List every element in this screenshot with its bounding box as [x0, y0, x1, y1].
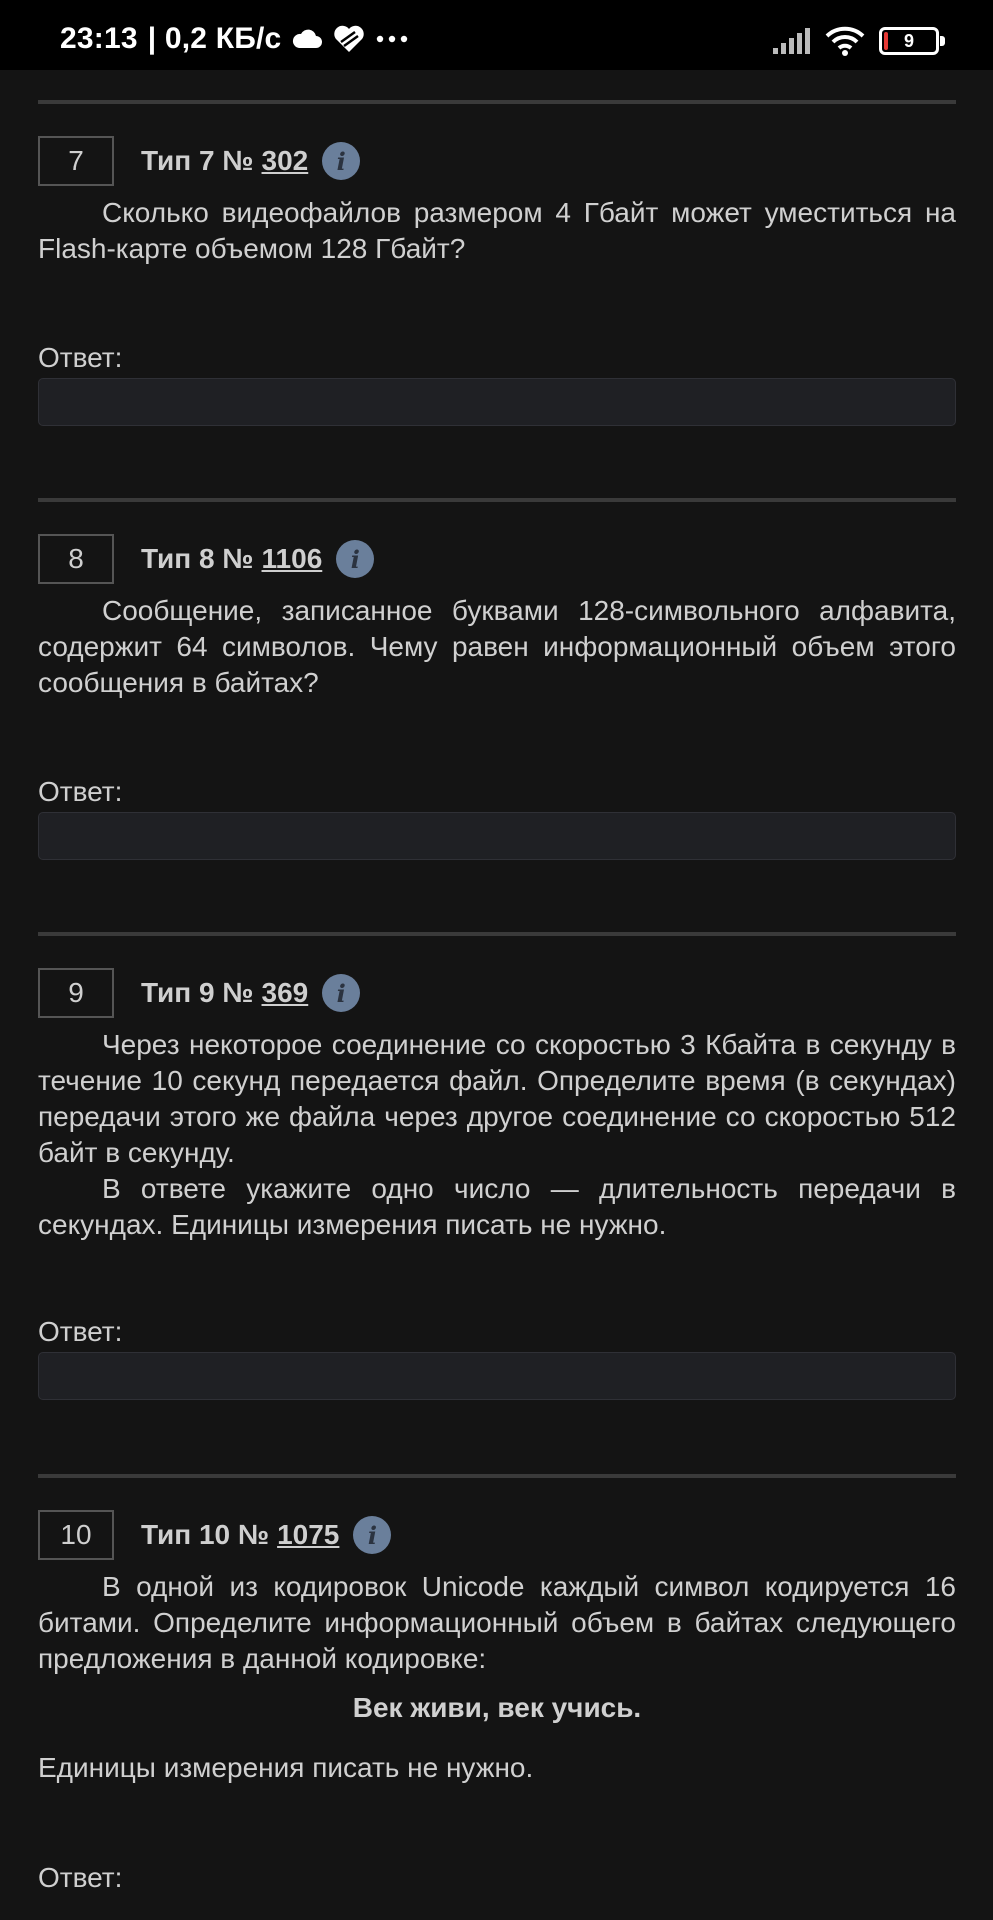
- network-speed: | 0,2 КБ/с: [147, 22, 282, 55]
- clock: 23:13: [60, 22, 138, 55]
- task-type-label: Тип 10 № 1075: [141, 1519, 339, 1551]
- battery-level: 9: [903, 30, 914, 51]
- info-icon[interactable]: i: [353, 1516, 392, 1554]
- more-dots-icon: [377, 35, 408, 43]
- question-paragraph: Сообщение, записанное буквами 128-символ…: [38, 595, 956, 698]
- answer-label: Ответ:: [38, 1862, 123, 1893]
- task-type-prefix: Тип 7 №: [141, 145, 254, 176]
- task-header: 7 Тип 7 № 302 i: [38, 136, 361, 186]
- task-number-box: 8: [38, 534, 114, 584]
- answer-input[interactable]: [38, 1352, 956, 1400]
- question-paragraph: В ответе укажите одно число — длительнос…: [38, 1173, 956, 1240]
- answer-label: Ответ:: [38, 342, 123, 373]
- task-divider: [38, 1474, 956, 1478]
- task-header: 10 Тип 10 № 1075 i: [38, 1510, 392, 1560]
- task-type-label: Тип 9 № 369: [141, 977, 308, 1009]
- task-type-label: Тип 8 № 1106: [141, 543, 322, 575]
- status-right: 9: [773, 26, 945, 56]
- task-id-link[interactable]: 369: [262, 977, 309, 1008]
- info-icon[interactable]: i: [322, 974, 361, 1012]
- task-id-link[interactable]: 1106: [262, 543, 323, 574]
- question-paragraph: Через некоторое соединение со скоростью …: [38, 1029, 956, 1168]
- task-number-box: 10: [38, 1510, 114, 1560]
- battery-icon: 9: [879, 27, 945, 55]
- task-divider: [38, 100, 956, 104]
- task-9: 9 Тип 9 № 369 i Через некоторое соединени…: [38, 932, 956, 1400]
- info-icon[interactable]: i: [336, 540, 375, 578]
- question-paragraph: Сколько видеофайлов размером 4 Гбайт мож…: [38, 197, 956, 264]
- task-type-prefix: Тип 8 №: [141, 543, 254, 574]
- task-type-prefix: Тип 10 №: [141, 1519, 270, 1550]
- task-divider: [38, 932, 956, 936]
- task-id-link[interactable]: 1075: [277, 1519, 339, 1550]
- task-question: В одной из кодировок Unicode каждый симв…: [38, 1569, 956, 1677]
- cloud-icon: [293, 29, 323, 48]
- task-type-prefix: Тип 9 №: [141, 977, 254, 1008]
- task-type-label: Тип 7 № 302: [141, 145, 308, 177]
- status-bar: 23:13 | 0,2 КБ/с 9: [0, 0, 993, 70]
- info-icon[interactable]: i: [322, 142, 361, 180]
- question-paragraph: В одной из кодировок Unicode каждый симв…: [38, 1571, 956, 1674]
- task-note: Единицы измерения писать не нужно.: [38, 1752, 534, 1783]
- task-question: Сообщение, записанное буквами 128-символ…: [38, 593, 956, 701]
- quoted-sentence: Век живи, век учись.: [352, 1692, 642, 1723]
- answer-input[interactable]: [38, 812, 956, 860]
- task-8: 8 Тип 8 № 1106 i Сообщение, записанное бу…: [38, 498, 956, 860]
- task-question: Через некоторое соединение со скоростью …: [38, 1027, 956, 1243]
- answer-label: Ответ:: [38, 1316, 123, 1347]
- task-10: 10 Тип 10 № 1075 i В одной из кодировок U…: [38, 1474, 956, 1893]
- task-header: 8 Тип 8 № 1106 i: [38, 534, 375, 584]
- task-question: Сколько видеофайлов размером 4 Гбайт мож…: [38, 195, 956, 267]
- task-number-box: 7: [38, 136, 114, 186]
- task-header: 9 Тип 9 № 369 i: [38, 968, 361, 1018]
- task-7: 7 Тип 7 № 302 i Сколько видеофайлов разме…: [38, 100, 956, 426]
- wifi-icon: [825, 26, 865, 56]
- status-left: 23:13 | 0,2 КБ/с: [60, 22, 409, 56]
- answer-input[interactable]: [38, 378, 956, 426]
- answer-label: Ответ:: [38, 776, 123, 807]
- task-divider: [38, 498, 956, 502]
- task-number-box: 9: [38, 968, 114, 1018]
- task-id-link[interactable]: 302: [262, 145, 309, 176]
- heart-icon: [334, 25, 365, 52]
- signal-icon: [773, 28, 810, 54]
